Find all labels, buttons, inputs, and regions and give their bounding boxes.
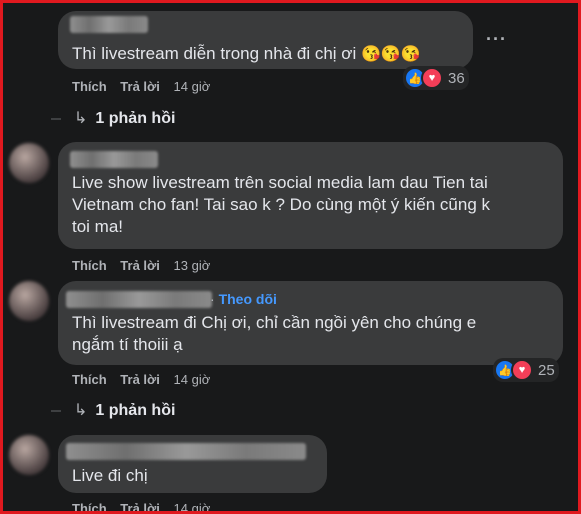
avatar[interactable] — [9, 435, 49, 475]
like-link[interactable]: Thích — [72, 501, 107, 511]
commenter-name[interactable] — [66, 291, 212, 308]
comment-bubble: Live show livestream trên social media l… — [58, 142, 563, 249]
view-replies-link[interactable]: ↳ 1 phản hồi — [74, 108, 175, 128]
view-replies-link[interactable]: ↳ 1 phản hồi — [74, 400, 175, 420]
timestamp[interactable]: 13 giờ — [174, 258, 211, 273]
reply-link[interactable]: Trả lời — [120, 79, 160, 94]
comment-bubble: Live đi chị — [58, 435, 327, 493]
avatar[interactable] — [9, 143, 49, 183]
timestamp[interactable]: 14 giờ — [174, 372, 211, 387]
comment-actions: Thích Trả lời 14 giờ — [72, 79, 210, 94]
commenter-name[interactable] — [70, 16, 148, 33]
commenter-name[interactable] — [66, 443, 306, 460]
comment-text-line: Vietnam cho fan! Tai sao k ? Do cùng một… — [72, 195, 490, 214]
comment-actions: Thích Trả lời 14 giờ — [72, 501, 211, 511]
reply-link[interactable]: Trả lời — [120, 501, 160, 511]
follow-link[interactable]: Theo dõi — [219, 291, 277, 307]
thread-connector — [51, 118, 61, 120]
kiss-emoji-icon: 😘😘😘 — [360, 46, 421, 63]
reaction-summary[interactable]: 👍 ♥ 25 — [493, 358, 559, 382]
comment-text: Live đi chị — [72, 466, 148, 485]
commenter-name[interactable] — [70, 151, 158, 168]
comment-text-line: Live show livestream trên social media l… — [72, 173, 488, 192]
more-options-icon[interactable]: ··· — [486, 29, 507, 50]
reply-arrow-icon: ↳ — [74, 110, 88, 127]
love-reaction-icon: ♥ — [421, 67, 443, 89]
timestamp[interactable]: 14 giờ — [174, 501, 211, 511]
comment-text-line: ngắm tí thoiii ạ — [72, 335, 183, 354]
reaction-count: 25 — [538, 361, 555, 379]
separator-dot: · — [210, 291, 215, 307]
reaction-count: 36 — [448, 69, 465, 87]
reaction-summary[interactable]: 👍 ♥ 36 — [403, 66, 469, 90]
like-link[interactable]: Thích — [72, 372, 107, 387]
like-link[interactable]: Thích — [72, 79, 107, 94]
comment-text-line: Thì livestream đi Chị ơi, chỉ cần ngồi y… — [72, 313, 477, 332]
comment-text-line: toi ma! — [72, 217, 124, 236]
reply-arrow-icon: ↳ — [74, 402, 88, 419]
love-reaction-icon: ♥ — [511, 359, 533, 381]
reply-link[interactable]: Trả lời — [120, 258, 160, 273]
comment-text: Thì livestream diễn trong nhà đi chị ơi — [72, 44, 357, 63]
timestamp[interactable]: 14 giờ — [174, 79, 211, 94]
comment-bubble: · Theo dõi Thì livestream đi Chị ơi, chỉ… — [58, 281, 563, 365]
comments-panel: Thì livestream diễn trong nhà đi chị ơi … — [0, 0, 581, 514]
like-link[interactable]: Thích — [72, 258, 107, 273]
comment-actions: Thích Trả lời 13 giờ — [72, 258, 210, 273]
reply-link[interactable]: Trả lời — [120, 372, 160, 387]
comment-bubble: Thì livestream diễn trong nhà đi chị ơi … — [58, 11, 473, 69]
comment-actions: Thích Trả lời 14 giờ — [72, 372, 210, 387]
thread-connector — [51, 410, 61, 412]
avatar[interactable] — [9, 281, 49, 321]
